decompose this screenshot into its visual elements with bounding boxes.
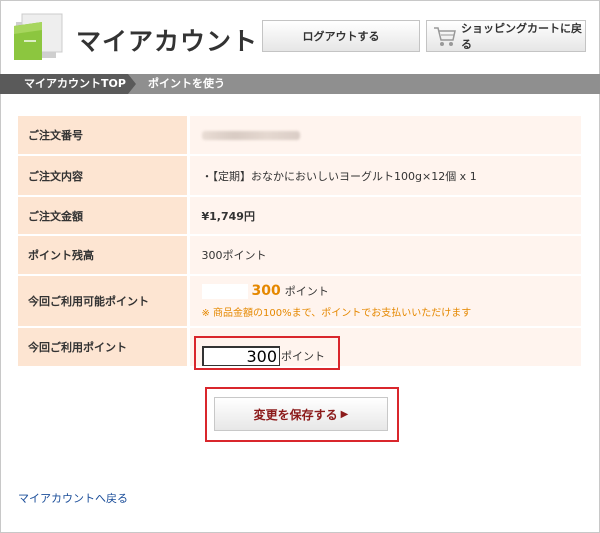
available-points-label: 今回ご利用可能ポイント xyxy=(18,275,190,328)
available-points-note: ※ 商品金額の100%まで、ポイントでお支払いいただけます xyxy=(201,308,472,319)
available-points-unit: ポイント xyxy=(284,285,329,298)
order-number-label: ご注文番号 xyxy=(18,116,190,156)
point-balance-label: ポイント残高 xyxy=(18,235,190,276)
use-points-label: 今回ご利用ポイント xyxy=(18,327,190,368)
table-row: 今回ご利用可能ポイント 300 ポイント ※ 商品金額の100%まで、ポイントで… xyxy=(18,275,581,328)
breadcrumb: マイアカウントTOP ポイントを使う xyxy=(0,74,600,94)
order-content-value: ・【定期】おなかにおいしいヨーグルト100g×12個 x 1 xyxy=(188,155,581,197)
order-content-label: ご注文内容 xyxy=(18,155,190,197)
page-title: マイアカウント xyxy=(76,27,259,56)
table-row: ご注文内容 ・【定期】おなかにおいしいヨーグルト100g×12個 x 1 xyxy=(18,155,581,197)
use-points-unit: ポイント xyxy=(281,350,325,363)
redacted-order-number xyxy=(201,131,300,140)
use-points-highlight: ポイント xyxy=(194,336,340,370)
save-changes-label: 変更を保存する xyxy=(253,407,338,422)
logout-button-label: ログアウトする xyxy=(302,30,380,43)
logout-button[interactable]: ログアウトする xyxy=(262,20,420,52)
folder-icon xyxy=(14,13,63,60)
breadcrumb-current: ポイントを使う xyxy=(148,77,225,90)
available-points-value: 300 xyxy=(251,283,281,299)
use-points-input[interactable] xyxy=(202,346,280,366)
table-row: ご注文番号 xyxy=(18,116,581,156)
point-balance-value: 300ポイント xyxy=(188,235,581,276)
cart-icon xyxy=(434,27,456,46)
order-amount-value: ¥1,749円 xyxy=(188,196,581,236)
order-number-value xyxy=(188,116,581,156)
blank-box xyxy=(201,283,248,299)
order-point-table: ご注文番号 ご注文内容 ・【定期】おなかにおいしいヨーグルト100g×12個 x… xyxy=(18,116,581,368)
save-button-highlight: 変更を保存する ▶ xyxy=(205,387,399,442)
order-amount-label: ご注文金額 xyxy=(18,196,190,236)
back-to-cart-label: ショッピングカートに戻る xyxy=(461,22,582,51)
arrow-right-icon: ▶ xyxy=(340,408,349,420)
breadcrumb-home-link[interactable]: マイアカウントTOP xyxy=(0,74,136,94)
table-row: ご注文金額 ¥1,749円 xyxy=(18,196,581,236)
back-to-my-account-link[interactable]: マイアカウントへ戻る xyxy=(18,490,128,506)
save-changes-button[interactable]: 変更を保存する ▶ xyxy=(214,397,388,431)
header: マイアカウント ログアウトする ショッピングカートに戻る xyxy=(0,0,600,72)
available-points-cell: 300 ポイント ※ 商品金額の100%まで、ポイントでお支払いいただけます xyxy=(188,275,581,328)
back-to-cart-button[interactable]: ショッピングカートに戻る xyxy=(426,20,586,52)
table-row: ポイント残高 300ポイント xyxy=(18,235,581,276)
